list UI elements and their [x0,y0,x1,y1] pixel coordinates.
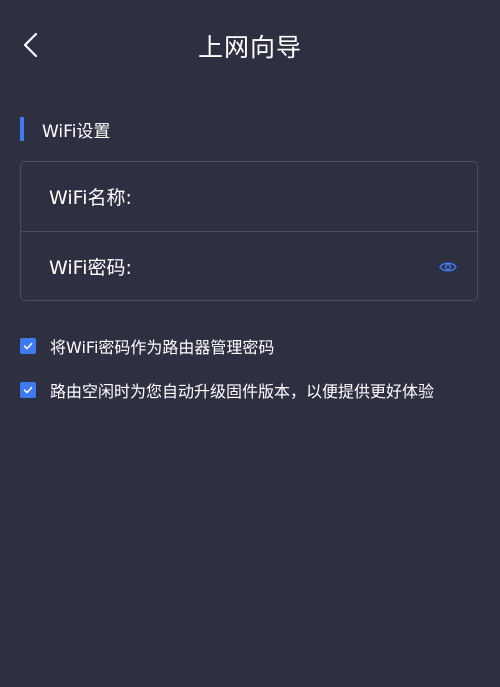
auto-upgrade-firmware-option[interactable]: 路由空闲时为您自动升级固件版本，以便提供更好体验 [20,378,434,402]
password-label: WiFi密码: [49,257,132,279]
section-title: WiFi设置 [42,121,111,142]
use-wifi-password-as-admin-option[interactable]: 将WiFi密码作为路由器管理密码 [20,334,274,358]
auto-upgrade-label: 路由空闲时为您自动升级固件版本，以便提供更好体验 [50,382,435,401]
top-bar: 上网向导 [0,0,500,96]
check-icon [23,386,33,394]
use-wifi-password-checkbox[interactable] [20,338,36,354]
section-header: WiFi设置 [20,117,111,142]
eye-icon [439,262,457,271]
page-title: 上网向导 [197,33,302,62]
password-row: WiFi密码: [21,232,477,301]
ssid-input[interactable] [137,175,467,218]
password-input[interactable] [137,245,427,288]
auto-upgrade-checkbox[interactable] [20,382,36,398]
wifi-settings-form: WiFi名称: WiFi密码: [20,161,478,301]
ssid-row: WiFi名称: [21,162,477,231]
section-accent-bar [20,117,24,141]
ssid-label: WiFi名称: [49,187,132,209]
check-icon [23,342,33,350]
show-password-button[interactable] [437,256,459,278]
use-wifi-password-label: 将WiFi密码作为路由器管理密码 [50,338,275,357]
